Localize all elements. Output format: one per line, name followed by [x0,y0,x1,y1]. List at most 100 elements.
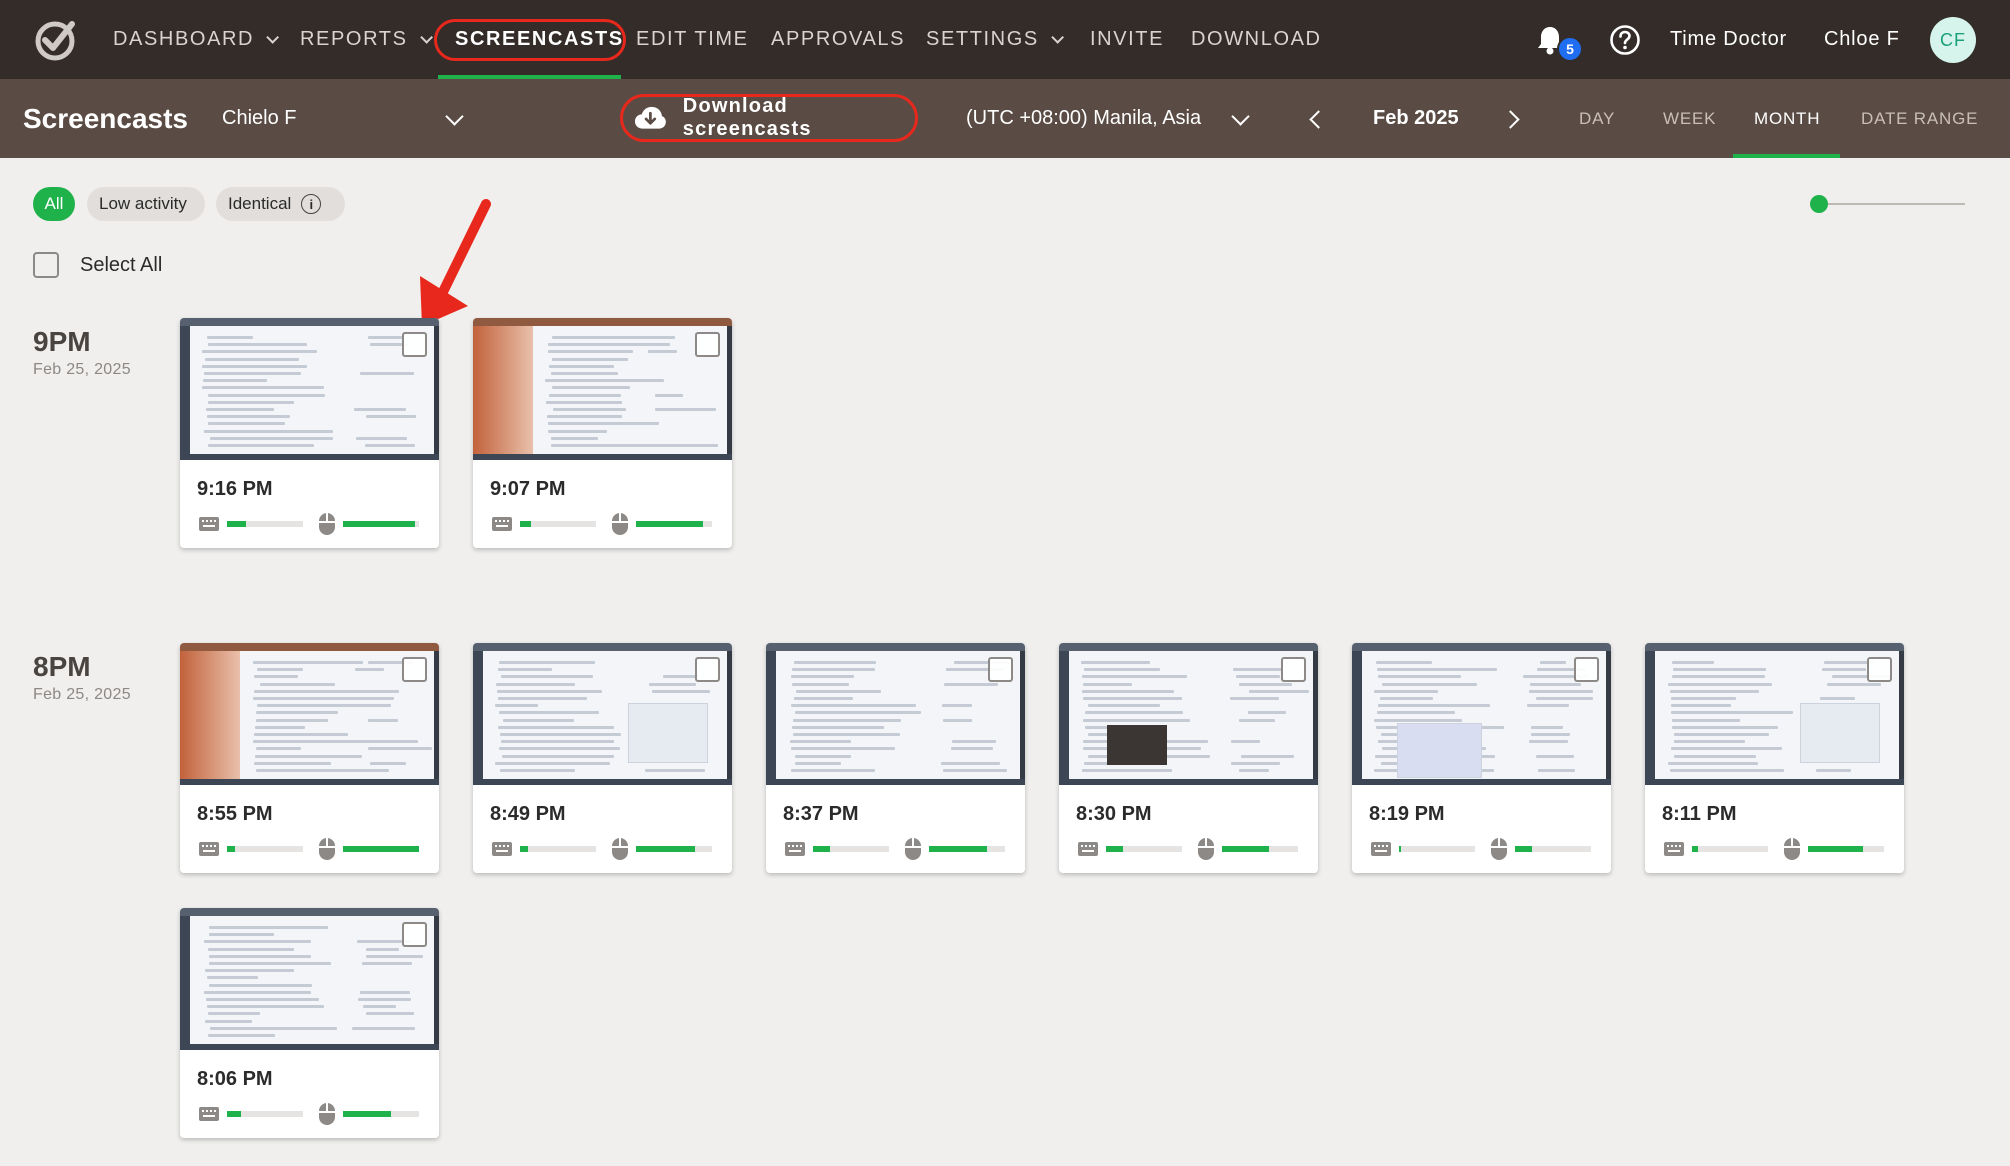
screenshot-card[interactable]: 8:19 PM [1352,643,1611,873]
mouse-icon [1784,838,1800,860]
screenshot-card[interactable]: 8:30 PM [1059,643,1318,873]
download-screencasts-button[interactable]: Download screencasts [620,94,918,142]
screenshot-card[interactable]: 8:06 PM [180,908,439,1138]
screenshot-select-checkbox[interactable] [402,332,427,357]
screenshot-detail [502,718,574,722]
user-selector[interactable]: Chielo F [222,79,296,158]
screenshot-select-checkbox[interactable] [1867,657,1892,682]
nav-item-dashboard[interactable]: DASHBOARD [113,0,280,79]
screenshot-thumbnail[interactable] [473,643,732,785]
screenshot-card[interactable]: 9:16 PM [180,318,439,548]
screenshot-detail [1241,754,1294,758]
screenshot-select-checkbox[interactable] [402,657,427,682]
screenshot-detail [497,689,602,693]
select-all-row[interactable]: Select All [33,252,162,278]
screenshot-detail [655,393,684,397]
keyboard-activity-meter [1664,838,1768,860]
range-tab-week[interactable]: WEEK [1663,79,1716,158]
screenshot-detail [1232,668,1284,672]
mouse-activity-bar [1222,846,1298,852]
screenshot-thumbnail[interactable] [766,643,1025,785]
select-all-checkbox[interactable] [33,252,59,278]
screenshot-thumbnail[interactable] [1352,643,1611,785]
screenshot-detail [498,697,587,700]
screenshot-detail [1670,769,1785,772]
screenshot-thumbnail[interactable] [1059,643,1318,785]
screenshot-detail [1674,733,1769,736]
screenshot-detail [548,429,608,433]
screenshot-card[interactable]: 8:49 PM [473,643,732,873]
keyboard-icon [1371,842,1391,856]
keyboard-activity-bar-fill [227,846,235,852]
screenshot-detail [545,379,665,383]
screenshot-detail [1526,704,1569,708]
time-doctor-logo-icon[interactable] [32,16,78,62]
screenshot-detail [942,769,1007,772]
nav-item-edit-time[interactable]: EDIT TIME [636,0,749,79]
mouse-activity-bar [1515,846,1591,852]
range-tab-date-range[interactable]: DATE RANGE [1861,79,1978,158]
nav-item-reports[interactable]: REPORTS [300,0,433,79]
screenshot-select-checkbox[interactable] [988,657,1013,682]
help-icon[interactable] [1609,24,1641,56]
screenshot-time: 8:11 PM [1662,803,1737,825]
filter-identical-chip[interactable]: Identical i [216,187,345,221]
screenshot-detail [1248,689,1310,693]
screenshot-thumbnail[interactable] [1645,643,1904,785]
screenshot-thumbnail[interactable] [180,643,439,785]
range-tab-day[interactable]: DAY [1579,79,1615,158]
zoom-slider-handle[interactable] [1810,195,1828,213]
screenshot-detail [362,1005,397,1009]
screenshot-detail [548,364,615,368]
screenshot-detail [434,916,439,1050]
screenshot-detail [180,908,439,916]
organization-name[interactable]: Time Doctor [1670,0,1787,79]
keyboard-activity-bar [520,846,596,852]
screenshot-detail [1671,725,1779,729]
screenshot-thumbnail[interactable] [180,318,439,460]
screenshot-detail [357,689,400,693]
nav-item-approvals[interactable]: APPROVALS [771,0,905,79]
user-name[interactable]: Chloe F [1824,0,1900,79]
page-title: Screencasts [23,102,189,134]
timezone-selector[interactable]: (UTC +08:00) Manila, Asia [966,79,1201,158]
screenshot-detail [1800,703,1880,763]
screenshot-detail [498,668,553,672]
info-icon[interactable]: i [301,194,322,214]
screenshot-detail [1899,651,1904,785]
screenshot-detail [793,661,877,664]
screenshot-detail [180,779,439,785]
current-period[interactable]: Feb 2025 [1373,79,1459,158]
nav-item-label: REPORTS [300,28,408,50]
zoom-slider-track[interactable] [1819,203,1965,205]
screenshot-card[interactable]: 8:11 PM [1645,643,1904,873]
mouse-activity-bar [343,1111,419,1117]
filter-low-activity-chip[interactable]: Low activity [87,187,205,221]
keyboard-activity-bar [1106,846,1182,852]
screenshot-select-checkbox[interactable] [402,922,427,947]
nav-item-download[interactable]: DOWNLOAD [1191,0,1322,79]
mouse-activity-bar [343,521,419,527]
screenshot-card[interactable]: 8:55 PM [180,643,439,873]
screenshot-card[interactable]: 9:07 PM [473,318,732,548]
filter-all-chip[interactable]: All [33,187,75,221]
screenshot-detail [766,643,1025,651]
screenshot-detail [662,675,700,679]
screenshot-select-checkbox[interactable] [1281,657,1306,682]
screenshot-detail [1374,689,1439,693]
nav-item-settings[interactable]: SETTINGS [926,0,1064,79]
screenshot-thumbnail[interactable] [473,318,732,460]
screenshot-thumbnail[interactable] [180,908,439,1050]
nav-item-label: INVITE [1090,28,1165,50]
range-tab-month[interactable]: MONTH [1754,79,1820,158]
screenshot-detail [645,769,706,772]
screenshot-detail [255,718,328,722]
mouse-activity-bar [636,846,712,852]
screenshot-select-checkbox[interactable] [695,332,720,357]
screenshot-card[interactable]: 8:37 PM [766,643,1025,873]
user-avatar[interactable]: CF [1930,17,1976,63]
screenshot-select-checkbox[interactable] [695,657,720,682]
screenshot-detail [790,769,876,772]
nav-item-invite[interactable]: INVITE [1090,0,1164,79]
screenshot-select-checkbox[interactable] [1574,657,1599,682]
